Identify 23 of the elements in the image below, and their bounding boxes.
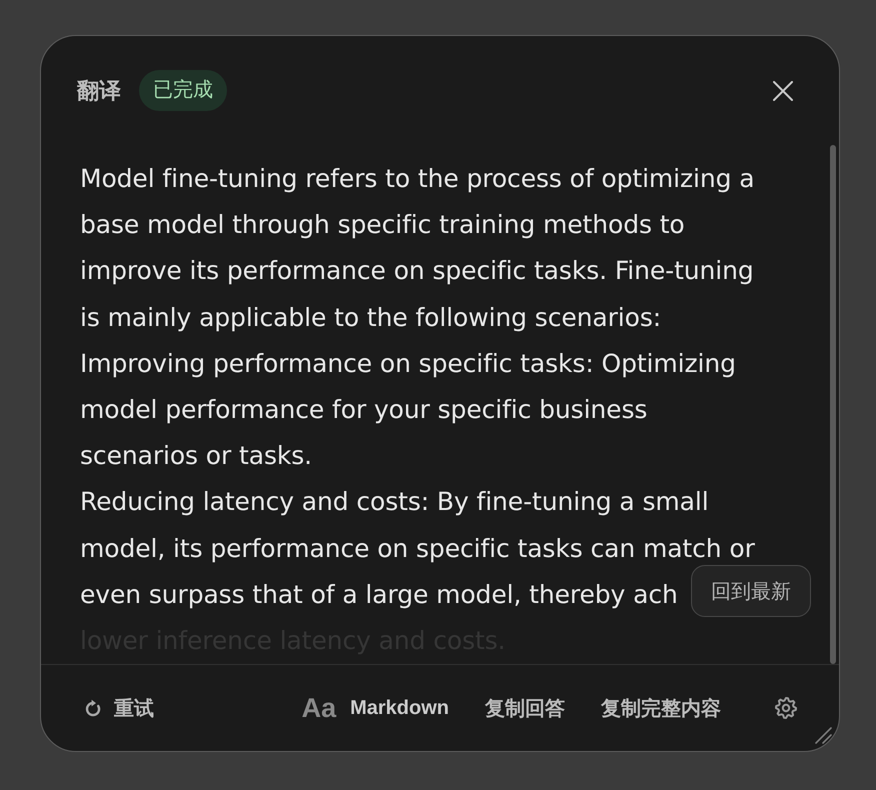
copy-button[interactable]: 复制完整内容 [601, 694, 721, 722]
scrollbar[interactable] [830, 145, 836, 664]
markdown-button[interactable]: Aa Markdown [302, 692, 449, 724]
answer-text-line: base model through specific training methods to [80, 210, 685, 240]
answer-text-line: Improving performance on specific tasks: Optimizing [80, 348, 736, 379]
answer-text-line: is mainly applicable to the following scenarios: [80, 302, 662, 333]
answer-text-line: model, its performance on specific tasks can match or [80, 534, 755, 564]
jump-to-latest-button[interactable]: 回到最新 [691, 565, 811, 617]
answer-text-line: even surpass that of a large model, thereby ach [80, 580, 678, 610]
dialog-title: 翻译 [77, 76, 121, 104]
refresh-icon [84, 699, 102, 717]
text-format-icon: Aa [302, 692, 336, 724]
retry-button[interactable]: 重试 [84, 694, 154, 722]
settings-icon[interactable] [775, 697, 797, 719]
answer-text-line: scenarios or tasks. [80, 441, 312, 472]
copy-button[interactable]: 复制回答 [485, 694, 565, 722]
close-icon[interactable] [773, 80, 793, 100]
status-badge: 已完成 [139, 70, 227, 111]
answer-text-line: improve its performance on specific tasks. Fine-tuning [80, 256, 754, 286]
answer-text-line: Model fine-tuning refers to the process of optimizing a [80, 164, 754, 194]
resize-handle-icon[interactable] [814, 726, 832, 744]
answer-text-line: model performance for your specific business [80, 394, 648, 425]
answer-text-line: Reducing latency and costs: By fine-tuning a small [80, 487, 709, 518]
